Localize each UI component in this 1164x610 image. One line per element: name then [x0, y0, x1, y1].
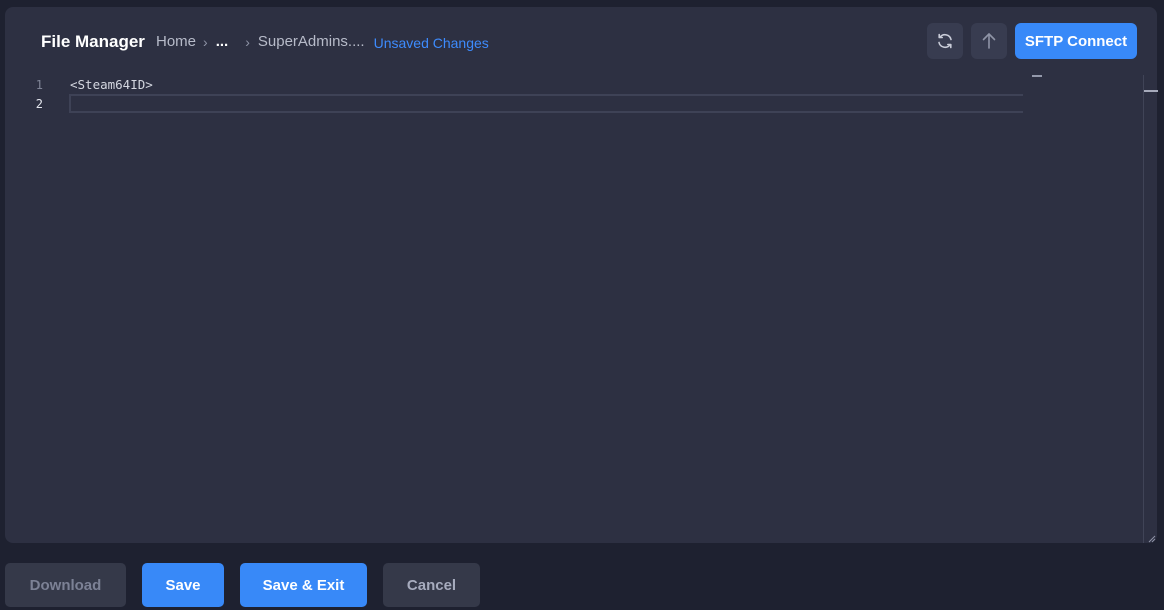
arrow-up-icon [982, 33, 996, 49]
line-number: 1 [35, 78, 43, 92]
save-and-exit-button[interactable]: Save & Exit [240, 563, 367, 607]
line-number: 2 [35, 97, 43, 111]
sftp-connect-button[interactable]: SFTP Connect [1015, 23, 1137, 59]
file-manager-panel: File Manager Home › ... › SuperAdmins...… [5, 7, 1158, 543]
refresh-button[interactable] [927, 23, 963, 59]
unsaved-changes-status: Unsaved Changes [373, 34, 489, 51]
minimap[interactable] [1032, 75, 1042, 77]
scrollbar-thumb[interactable] [1144, 90, 1158, 92]
refresh-icon [938, 33, 952, 49]
breadcrumb-file: SuperAdmins.... [257, 33, 365, 50]
vertical-scrollbar[interactable] [1143, 75, 1158, 543]
breadcrumb-home[interactable]: Home [156, 33, 196, 50]
cancel-button[interactable]: Cancel [383, 563, 480, 607]
code-line[interactable]: <Steam64ID> [70, 77, 153, 92]
page-title: File Manager [41, 32, 145, 51]
chevron-right-icon: › [245, 33, 250, 50]
download-button[interactable]: Download [5, 563, 126, 607]
code-editor[interactable]: 1 <Steam64ID> 2 [5, 73, 1157, 543]
upload-button[interactable] [971, 23, 1007, 59]
breadcrumb-ellipsis[interactable]: ... [216, 33, 229, 50]
resize-handle-icon[interactable] [1148, 535, 1156, 543]
chevron-right-icon: › [203, 33, 208, 50]
file-manager-header: File Manager Home › ... › SuperAdmins...… [5, 23, 1157, 59]
save-button[interactable]: Save [142, 563, 224, 607]
active-line-highlight [69, 94, 1023, 113]
breadcrumb: Home › ... › SuperAdmins.... Unsaved Cha… [156, 33, 489, 51]
